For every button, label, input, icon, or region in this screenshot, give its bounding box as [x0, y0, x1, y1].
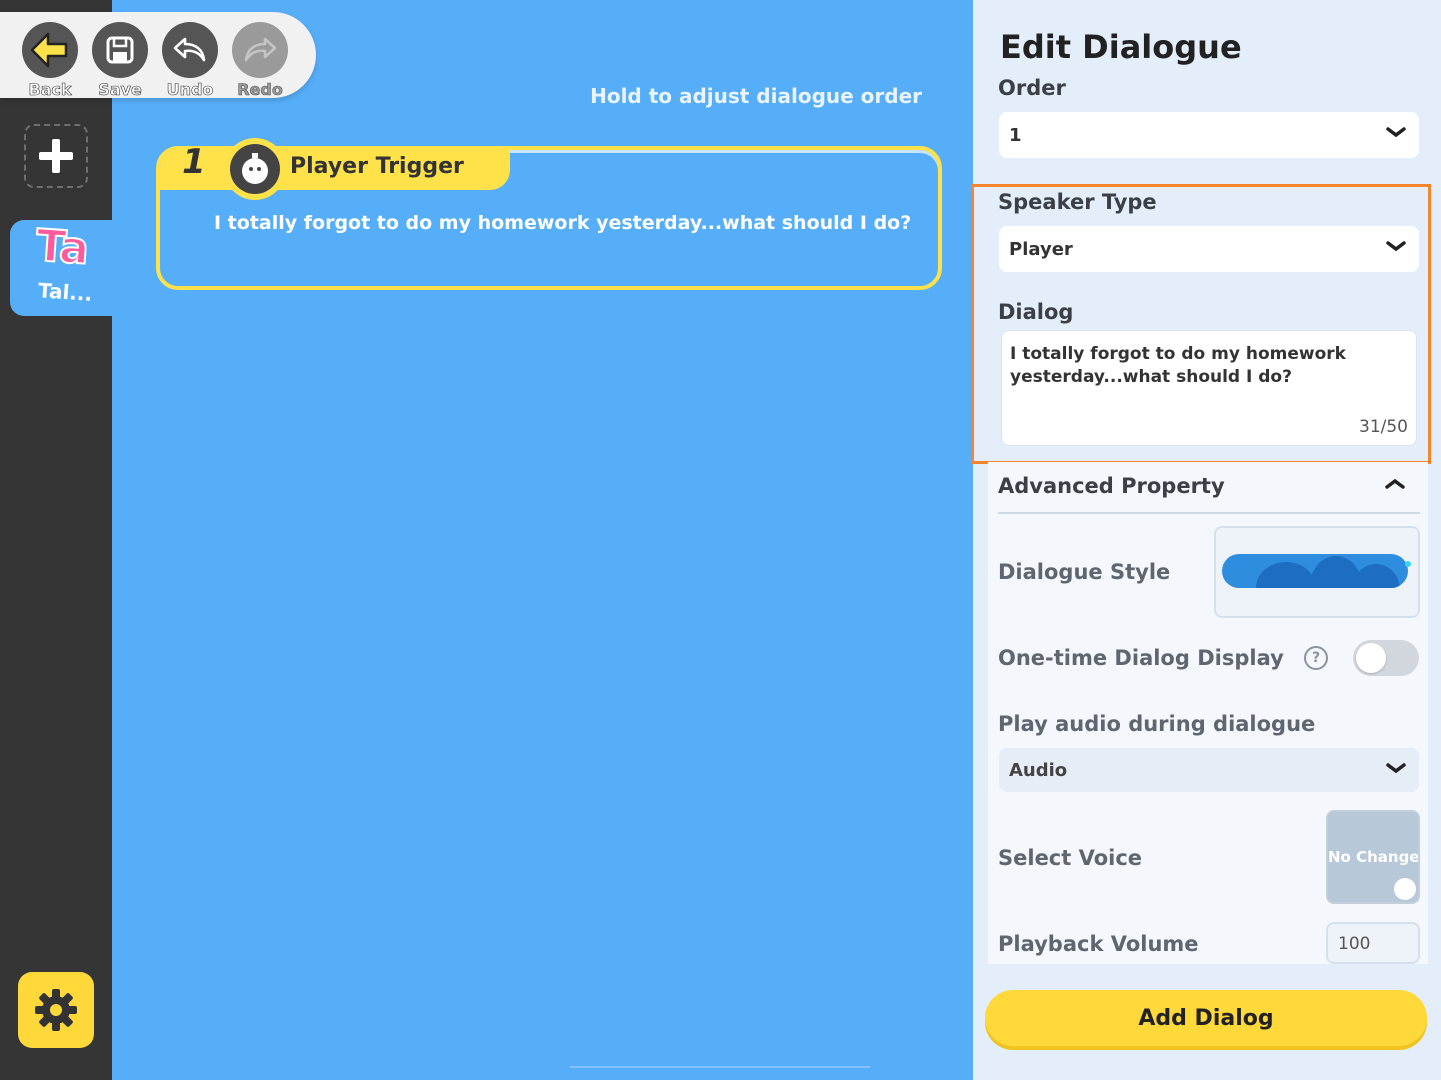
playback-volume-label: Playback Volume [998, 932, 1199, 956]
divider [998, 512, 1420, 514]
order-select[interactable]: 1 [999, 112, 1419, 158]
speaker-type-value: Player [1009, 239, 1073, 260]
speaker-type-select[interactable]: Player [999, 226, 1419, 272]
dialogue-number: 1 [182, 142, 206, 182]
voice-badge [1394, 878, 1416, 900]
settings-button[interactable] [18, 972, 94, 1048]
back-label: Back [28, 80, 72, 100]
dialogue-style-label: Dialogue Style [998, 560, 1171, 584]
talk-tab-label: Tal... [37, 278, 93, 306]
playback-volume-input[interactable]: 100 [1326, 922, 1420, 964]
order-value: 1 [1009, 125, 1022, 146]
character-count: 31/50 [1359, 417, 1408, 437]
scroll-indicator [570, 1066, 870, 1068]
edit-dialogue-panel: Edit Dialogue Order 1 Speaker Type Playe… [971, 0, 1441, 1080]
one-time-dialog-label: One-time Dialog Display [998, 646, 1284, 670]
voice-value: No Change [1328, 848, 1418, 866]
advanced-property-header[interactable]: Advanced Property [998, 474, 1225, 498]
chevron-down-icon [1386, 127, 1406, 138]
panel-title: Edit Dialogue [1000, 28, 1242, 66]
reorder-hint: Hold to adjust dialogue order [590, 84, 922, 108]
voice-select-button[interactable]: No Change [1326, 810, 1420, 904]
dialog-text-value: I totally forgot to do my homework yeste… [1010, 344, 1346, 387]
tab-talk[interactable]: Ta Tal... [10, 219, 112, 316]
help-icon[interactable]: ? [1304, 646, 1328, 670]
undo-button[interactable]: Undo [160, 22, 220, 99]
left-rail: Ta Tal... [0, 0, 112, 1080]
save-button[interactable]: Save [90, 22, 150, 99]
dialogue-style-preview[interactable] [1214, 526, 1420, 618]
dialogue-card[interactable]: 1 Player Trigger I totally forgot to do … [156, 138, 942, 290]
gear-icon [35, 989, 77, 1031]
redo-button[interactable]: Redo [230, 22, 290, 99]
back-arrow-icon [30, 32, 68, 68]
one-time-dialog-toggle[interactable] [1353, 640, 1419, 676]
back-button[interactable]: Back [20, 22, 80, 99]
advanced-property-section: Advanced Property Dialogue Style One-tim… [988, 462, 1428, 964]
redo-label: Redo [237, 80, 283, 100]
audio-select[interactable]: Audio [999, 748, 1419, 792]
redo-icon [244, 37, 277, 62]
save-icon [106, 36, 134, 64]
chevron-down-icon [1386, 241, 1406, 252]
dialog-label: Dialog [998, 300, 1074, 324]
chevron-up-icon[interactable] [1384, 476, 1406, 492]
order-label: Order [998, 76, 1066, 100]
select-voice-label: Select Voice [998, 846, 1143, 870]
toggle-knob [1356, 643, 1386, 673]
speaker-type-label: Speaker Type [998, 190, 1157, 214]
add-element-button[interactable] [24, 124, 88, 188]
talk-tab-icon: Ta [33, 219, 90, 276]
add-dialog-button[interactable]: Add Dialog [985, 990, 1427, 1046]
undo-icon [173, 37, 206, 62]
dialogue-style-swatch [1222, 554, 1411, 588]
chevron-down-icon [1386, 763, 1406, 774]
player-avatar [224, 138, 286, 200]
dialogue-text: I totally forgot to do my homework yeste… [214, 212, 912, 234]
top-toolbar: Back Save Undo Redo [0, 12, 316, 99]
play-audio-label: Play audio during dialogue [998, 712, 1316, 736]
undo-label: Undo [166, 80, 214, 100]
save-label: Save [98, 80, 142, 100]
timer-icon [242, 153, 268, 184]
plus-icon [39, 139, 73, 173]
audio-value: Audio [1009, 760, 1068, 781]
dialog-text-field[interactable]: I totally forgot to do my homework yeste… [1001, 330, 1417, 446]
dialogue-title: Player Trigger [290, 154, 464, 179]
